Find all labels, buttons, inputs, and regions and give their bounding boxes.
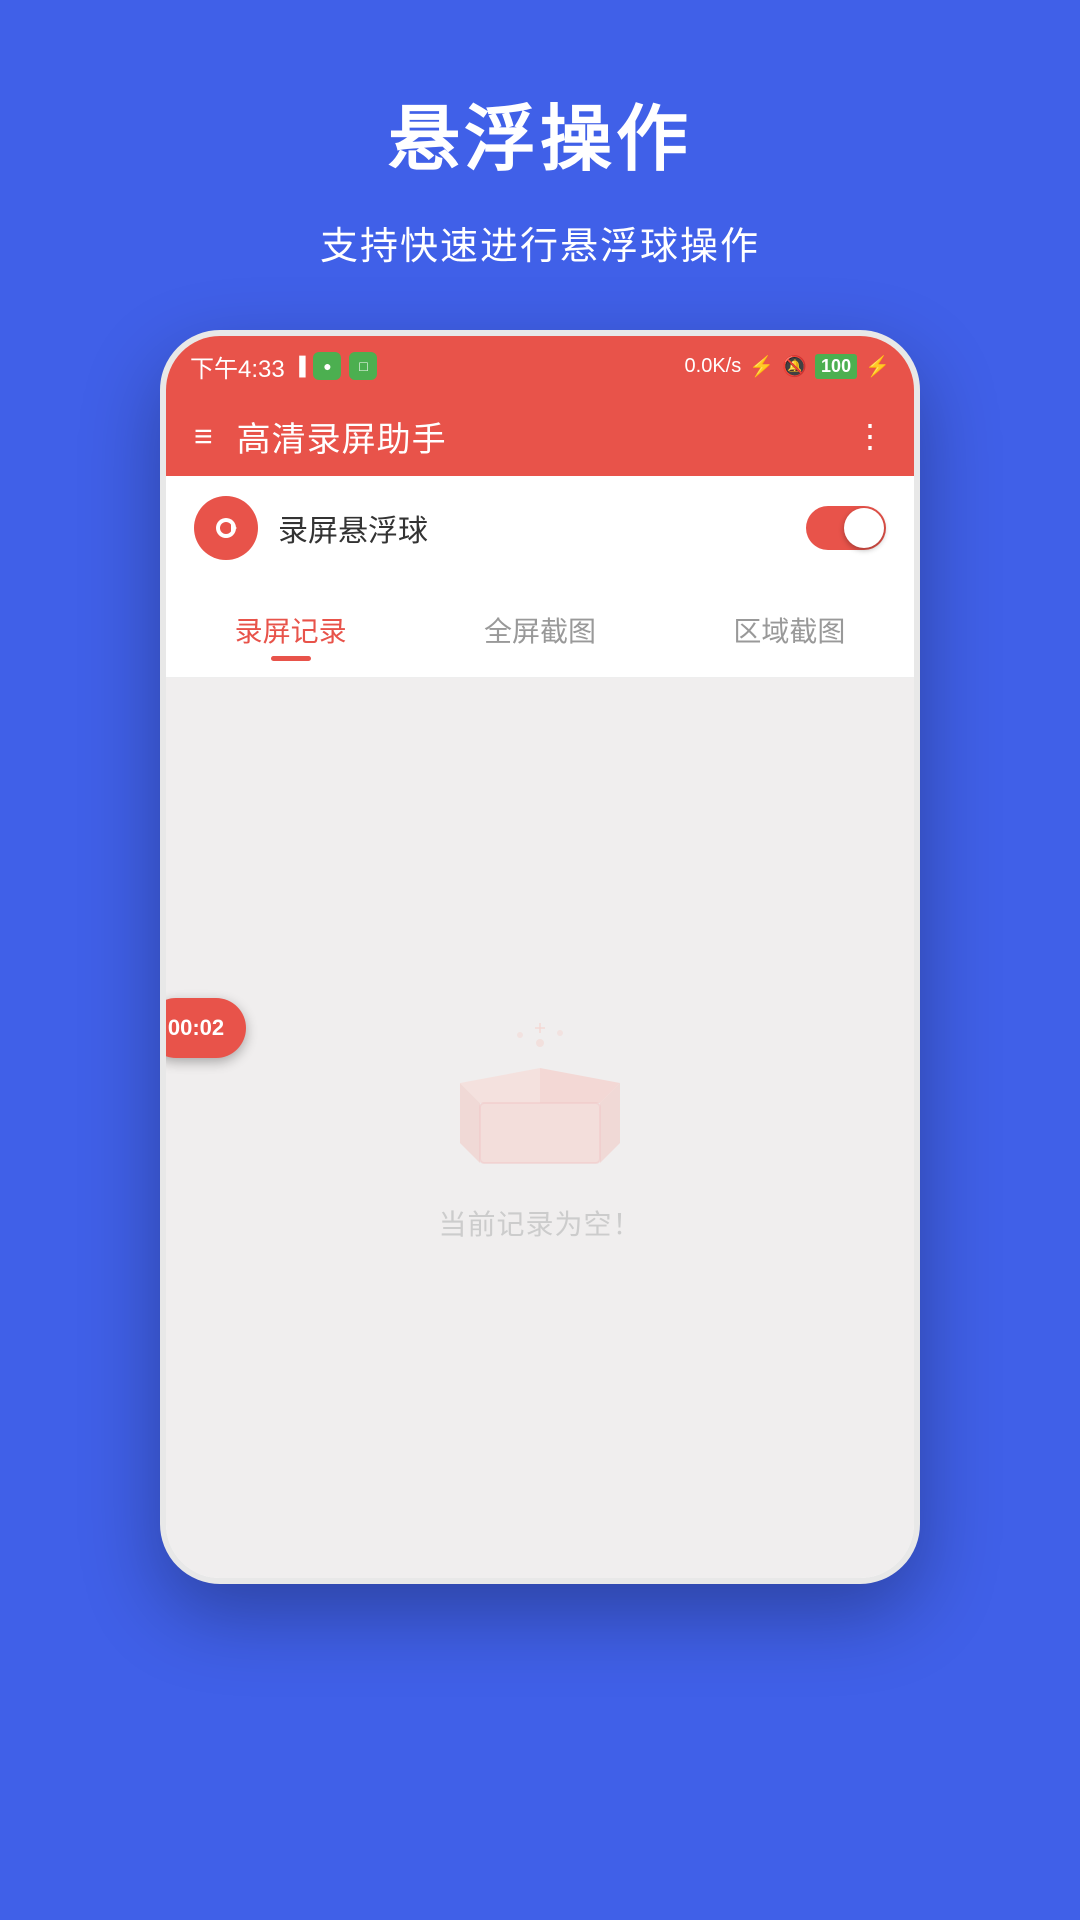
phone-frame: 下午4:33 ▐ ● □ 0.0K/s ⚡ 🔕 100 ⚡ ≡ 高清录屏助手 ⋮… xyxy=(160,330,920,1584)
tab-bar: 录屏记录 全屏截图 区域截图 xyxy=(166,590,914,678)
app-toolbar: ≡ 高清录屏助手 ⋮ xyxy=(166,396,914,476)
content-area: 00:02 当前记录为空！ xyxy=(166,678,914,1578)
toggle-row: 录屏悬浮球 xyxy=(166,476,914,580)
status-time: 下午4:33 xyxy=(190,349,285,384)
toggle-label: 录屏悬浮球 xyxy=(278,506,786,550)
floating-ball[interactable]: 00:02 xyxy=(160,998,246,1058)
record-icon xyxy=(194,496,258,560)
toggle-switch[interactable] xyxy=(806,506,886,550)
tab-region[interactable]: 区域截图 xyxy=(665,590,914,677)
tab-record[interactable]: 录屏记录 xyxy=(166,590,415,677)
page-title: 悬浮操作 xyxy=(388,80,692,185)
status-bar: 下午4:33 ▐ ● □ 0.0K/s ⚡ 🔕 100 ⚡ xyxy=(166,336,914,396)
empty-box-icon xyxy=(450,1013,630,1173)
menu-icon[interactable]: ≡ xyxy=(194,418,213,455)
battery-icon: 100 xyxy=(815,354,857,379)
app-icon-2: □ xyxy=(349,352,377,380)
toggle-knob xyxy=(844,508,884,548)
sim-icon: ▐ xyxy=(293,356,306,377)
app-icon-1: ● xyxy=(313,352,341,380)
bluetooth-icon: ⚡ xyxy=(749,354,774,379)
floating-ball-timer: 00:02 xyxy=(168,1015,224,1041)
toolbar-title: 高清录屏助手 xyxy=(237,412,854,461)
charging-icon: ⚡ xyxy=(865,354,890,379)
tab-underline xyxy=(271,656,311,661)
more-icon[interactable]: ⋮ xyxy=(854,417,886,455)
speed-text: 0.0K/s xyxy=(685,355,742,378)
volume-icon: 🔕 xyxy=(782,354,807,379)
tab-fullscreen[interactable]: 全屏截图 xyxy=(415,590,664,677)
page-subtitle: 支持快速进行悬浮球操作 xyxy=(320,215,760,270)
empty-text: 当前记录为空！ xyxy=(438,1203,641,1243)
